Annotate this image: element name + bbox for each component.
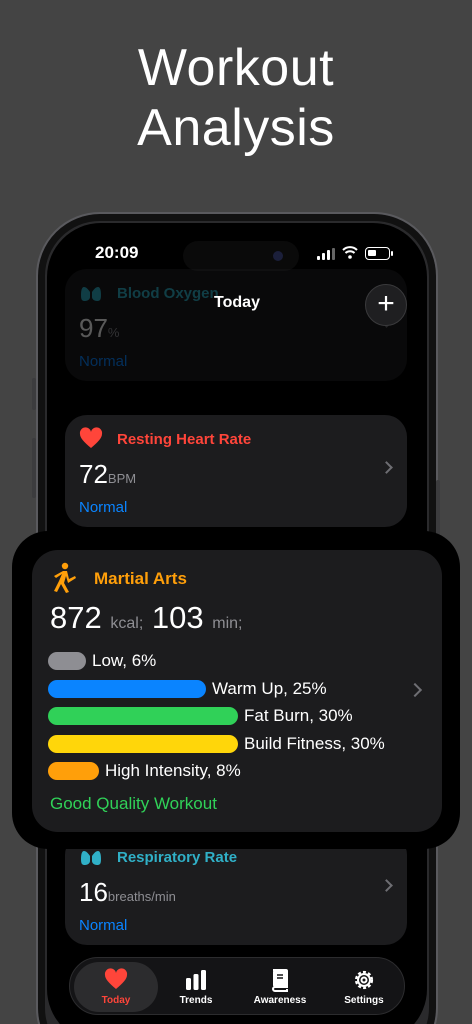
workout-title: Martial Arts bbox=[94, 569, 187, 588]
chevron-right-icon bbox=[407, 682, 423, 698]
headline-line-2: Analysis bbox=[137, 99, 335, 157]
zone-row: Low, 6% bbox=[48, 647, 156, 675]
resting-heart-rate-card[interactable]: Resting Heart Rate 72BPM Normal bbox=[65, 415, 407, 527]
battery-icon bbox=[365, 247, 393, 260]
tab-today[interactable]: Today bbox=[74, 962, 158, 1012]
signal-icon bbox=[317, 248, 335, 260]
chevron-right-icon bbox=[380, 461, 393, 474]
tab-settings[interactable]: Settings bbox=[322, 962, 406, 1012]
martial-arts-card-frame: Martial Arts 872 kcal; 103 min; Low, 6% W… bbox=[12, 531, 460, 849]
zone-label: Fat Burn, 30% bbox=[244, 706, 353, 725]
zone-label: Low, 6% bbox=[92, 651, 157, 670]
book-icon bbox=[272, 969, 288, 992]
resting-heart-rate-title: Resting Heart Rate bbox=[117, 431, 252, 448]
chevron-right-icon bbox=[380, 879, 393, 892]
zone-bar bbox=[48, 679, 206, 698]
tab-bar: Today Trends Awareness Settings bbox=[69, 957, 405, 1015]
workout-min-unit: min; bbox=[212, 615, 243, 632]
tab-label: Settings bbox=[344, 995, 384, 1006]
tab-label: Today bbox=[101, 995, 131, 1006]
workout-quality: Good Quality Workout bbox=[50, 794, 217, 813]
blood-oxygen-value: 97% bbox=[79, 313, 120, 343]
heart-icon bbox=[104, 968, 128, 989]
tab-awareness[interactable]: Awareness bbox=[238, 962, 322, 1012]
respiratory-rate-status: Normal bbox=[79, 917, 128, 934]
respiratory-rate-title: Respiratory Rate bbox=[117, 849, 238, 866]
zone-bar bbox=[48, 707, 238, 725]
martial-arts-card[interactable]: Martial Arts 872 kcal; 103 min; Low, 6% W… bbox=[32, 550, 442, 832]
workout-kcal-unit: kcal; bbox=[110, 615, 144, 632]
phone-side-button bbox=[32, 378, 36, 410]
heart-icon bbox=[79, 427, 103, 448]
blood-oxygen-status: Normal bbox=[79, 353, 128, 370]
zone-label: Warm Up, 25% bbox=[212, 678, 327, 698]
blood-oxygen-card[interactable]: Blood Oxygen 97% Normal bbox=[65, 269, 407, 381]
headline-line-1: Workout bbox=[137, 39, 335, 97]
tab-label: Awareness bbox=[253, 995, 307, 1006]
phone-side-button bbox=[32, 438, 36, 498]
camera-icon bbox=[273, 251, 283, 261]
martial-arts-figure-icon bbox=[54, 562, 76, 593]
tab-label: Trends bbox=[179, 995, 213, 1006]
status-time: 20:09 bbox=[95, 243, 139, 262]
zone-label: High Intensity, 8% bbox=[105, 761, 241, 780]
zone-label: Build Fitness, 30% bbox=[244, 733, 385, 753]
respiratory-rate-value: 16breaths/min bbox=[79, 877, 176, 907]
zone-row: Build Fitness, 30% bbox=[48, 730, 385, 758]
zone-row: Fat Burn, 30% bbox=[48, 702, 353, 730]
workout-summary: 872 kcal; 103 min; bbox=[50, 600, 242, 636]
resting-heart-rate-value: 72BPM bbox=[79, 459, 137, 489]
zone-row: High Intensity, 8% bbox=[48, 757, 241, 785]
tab-trends[interactable]: Trends bbox=[154, 962, 238, 1012]
workout-kcal: 872 bbox=[50, 600, 102, 635]
resting-heart-rate-status: Normal bbox=[79, 499, 128, 516]
zone-bar bbox=[48, 652, 86, 670]
bar-chart-icon bbox=[186, 970, 206, 990]
zone-bar bbox=[48, 734, 238, 753]
headline: Workout Analysis bbox=[0, 38, 472, 158]
gear-icon bbox=[354, 970, 374, 990]
wifi-icon bbox=[342, 246, 358, 259]
add-button[interactable]: + bbox=[365, 284, 407, 326]
respiratory-rate-card[interactable]: Respiratory Rate 16breaths/min Normal bbox=[65, 833, 407, 945]
workout-minutes: 103 bbox=[151, 600, 204, 635]
zone-bar bbox=[48, 762, 99, 780]
zone-row: Warm Up, 25% bbox=[48, 675, 327, 703]
